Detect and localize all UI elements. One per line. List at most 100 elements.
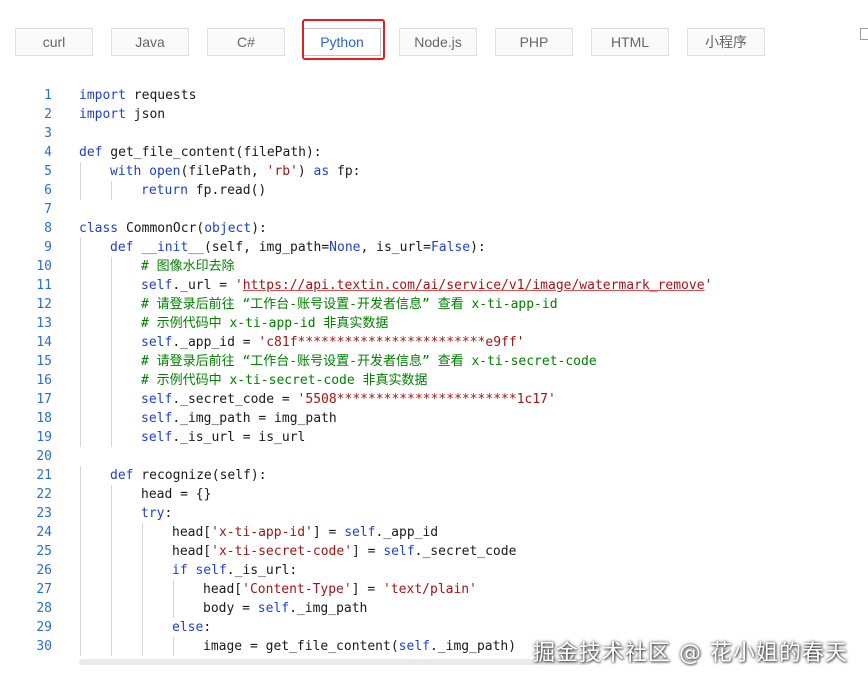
code-text: head['x-ti-secret-code'] = self._secret_…	[172, 544, 517, 559]
indent-guide	[80, 542, 81, 561]
code-text: import requests	[79, 88, 197, 103]
indent-guide	[80, 371, 81, 390]
indent-guide	[80, 390, 81, 409]
code-text: # 请登录后前往 “工作台-账号设置-开发者信息” 查看 x-ti-secret…	[141, 354, 597, 369]
line-number: 17	[36, 392, 52, 407]
line-number: 29	[36, 620, 52, 635]
indent-guide	[80, 162, 81, 181]
code-line: 3	[0, 124, 868, 143]
tab-java[interactable]: Java	[111, 28, 189, 56]
indent-guide	[80, 466, 81, 485]
tab-php[interactable]: PHP	[495, 28, 573, 56]
indent-guide	[80, 428, 81, 447]
indent-guide	[111, 428, 112, 447]
code-line: 18 self._img_path = img_path	[0, 409, 868, 428]
line-number: 25	[36, 544, 52, 559]
indent-guide	[111, 561, 112, 580]
indent-guide	[142, 599, 143, 618]
indent-guide	[111, 181, 112, 200]
line-number: 13	[36, 316, 52, 331]
indent-guide	[111, 618, 112, 637]
indent-guide	[80, 409, 81, 428]
code-text: import json	[79, 107, 166, 122]
code-line: 1 import requests	[0, 86, 868, 105]
indent-guide	[80, 314, 81, 333]
code-line: 12 # 请登录后前往 “工作台-账号设置-开发者信息” 查看 x-ti-app-…	[0, 295, 868, 314]
code-text: self._url = 'https://api.textin.com/ai/s…	[141, 278, 713, 293]
indent-guide	[80, 257, 81, 276]
tab-miniprogram[interactable]: 小程序	[687, 28, 765, 56]
code-line: 22 head = {}	[0, 485, 868, 504]
indent-guide	[111, 580, 112, 599]
tab-curl[interactable]: curl	[15, 28, 93, 56]
code-line: 26 if self._is_url:	[0, 561, 868, 580]
line-number: 30	[36, 639, 52, 654]
line-number: 16	[36, 373, 52, 388]
code-text: head['x-ti-app-id'] = self._app_id	[172, 525, 439, 540]
indent-guide	[80, 485, 81, 504]
code-text: head['Content-Type'] = 'text/plain'	[203, 582, 477, 597]
line-number: 4	[44, 145, 52, 160]
indent-guide	[142, 523, 143, 542]
line-number: 21	[36, 468, 52, 483]
line-number: 9	[44, 240, 52, 255]
watermark-text: 掘金技术社区 @ 花小姐的春天	[533, 641, 848, 666]
code-line: 6 return fp.read()	[0, 181, 868, 200]
line-number: 22	[36, 487, 52, 502]
indent-guide	[80, 352, 81, 371]
code-text: if self._is_url:	[172, 563, 298, 578]
tab-python[interactable]: Python	[303, 28, 381, 56]
code-line: 23 try:	[0, 504, 868, 523]
code-text: image = get_file_content(self._img_path)	[203, 639, 517, 654]
line-number: 24	[36, 525, 52, 540]
indent-guide	[80, 618, 81, 637]
line-number: 20	[36, 449, 52, 464]
tab-html[interactable]: HTML	[591, 28, 669, 56]
code-text: # 示例代码中 x-ti-app-id 非真实数据	[141, 316, 389, 331]
code-text: with open(filePath, 'rb') as fp:	[110, 164, 361, 179]
line-number: 26	[36, 563, 52, 578]
code-line: 27 head['Content-Type'] = 'text/plain'	[0, 580, 868, 599]
indent-guide	[142, 618, 143, 637]
indent-guide	[80, 181, 81, 200]
code-line: 7	[0, 200, 868, 219]
code-line: 20	[0, 447, 868, 466]
tab-csharp[interactable]: C#	[207, 28, 285, 56]
code-line: 13 # 示例代码中 x-ti-app-id 非真实数据	[0, 314, 868, 333]
indent-guide	[111, 542, 112, 561]
code-line: 17 self._secret_code = '5508*************…	[0, 390, 868, 409]
indent-guide	[80, 276, 81, 295]
indent-guide	[173, 580, 174, 599]
indent-guide	[111, 276, 112, 295]
line-number: 7	[44, 202, 52, 217]
copy-icon[interactable]	[860, 28, 868, 40]
tab-nodejs[interactable]: Node.js	[399, 28, 477, 56]
code-line: 24 head['x-ti-app-id'] = self._app_id	[0, 523, 868, 542]
indent-guide	[80, 295, 81, 314]
line-number: 15	[36, 354, 52, 369]
line-number: 14	[36, 335, 52, 350]
code-text: return fp.read()	[141, 183, 267, 198]
line-number: 2	[44, 107, 52, 122]
indent-guide	[142, 637, 143, 656]
indent-guide	[111, 599, 112, 618]
line-number: 18	[36, 411, 52, 426]
code-text: self._img_path = img_path	[141, 411, 337, 426]
code-text: # 图像水印去除	[141, 259, 235, 274]
code-text: self._is_url = is_url	[141, 430, 306, 445]
indent-guide	[80, 580, 81, 599]
indent-guide	[80, 523, 81, 542]
line-number: 5	[44, 164, 52, 179]
line-number: 3	[44, 126, 52, 141]
indent-guide	[111, 314, 112, 333]
code-text: def get_file_content(filePath):	[79, 145, 322, 160]
code-text: class CommonOcr(object):	[79, 221, 267, 236]
indent-guide	[111, 371, 112, 390]
indent-guide	[111, 333, 112, 352]
code-text: # 示例代码中 x-ti-secret-code 非真实数据	[141, 373, 428, 388]
code-text: self._app_id = 'c81f********************…	[141, 335, 525, 350]
indent-guide	[111, 409, 112, 428]
horizontal-scrollbar[interactable]	[79, 659, 589, 665]
line-number: 23	[36, 506, 52, 521]
line-number: 27	[36, 582, 52, 597]
